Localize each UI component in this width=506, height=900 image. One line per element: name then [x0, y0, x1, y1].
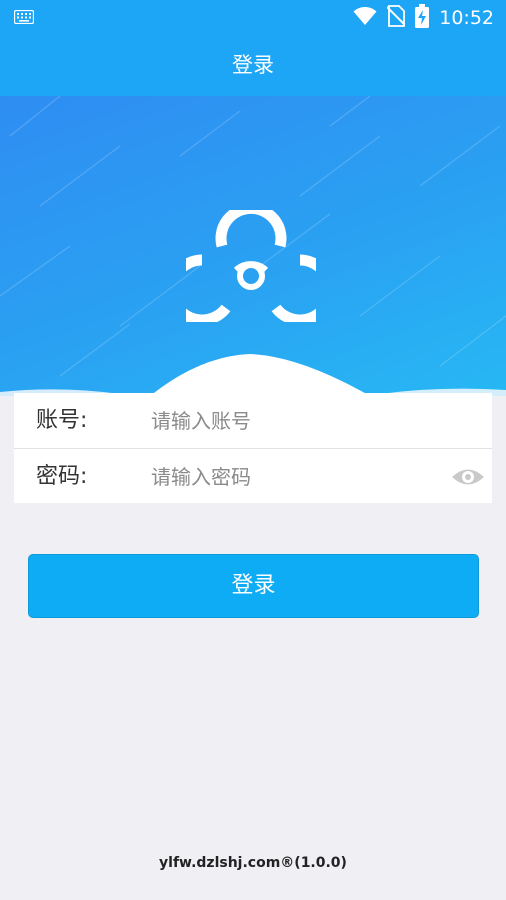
wifi-icon — [353, 6, 377, 30]
title-bar: 登录 — [0, 34, 506, 96]
login-button[interactable]: 登录 — [28, 554, 479, 618]
account-label: 账号: — [36, 408, 88, 433]
password-row: 密码: — [14, 449, 492, 504]
no-sim-icon — [386, 5, 406, 31]
password-input[interactable] — [151, 459, 441, 494]
login-form: 账号: 密码: — [14, 393, 492, 503]
keyboard-icon — [13, 9, 35, 28]
header-banner — [0, 96, 506, 396]
password-label: 密码: — [36, 464, 88, 489]
account-row: 账号: — [14, 393, 492, 449]
biohazard-icon — [166, 202, 336, 326]
footer-version: ylfw.dzlshj.com®(1.0.0) — [159, 855, 347, 871]
eye-icon[interactable] — [451, 466, 485, 492]
battery-charging-icon — [415, 4, 430, 32]
status-bar: 10:52 — [0, 0, 506, 34]
page-title: 登录 — [232, 53, 274, 77]
status-time: 10:52 — [439, 7, 494, 29]
account-input[interactable] — [151, 403, 441, 438]
